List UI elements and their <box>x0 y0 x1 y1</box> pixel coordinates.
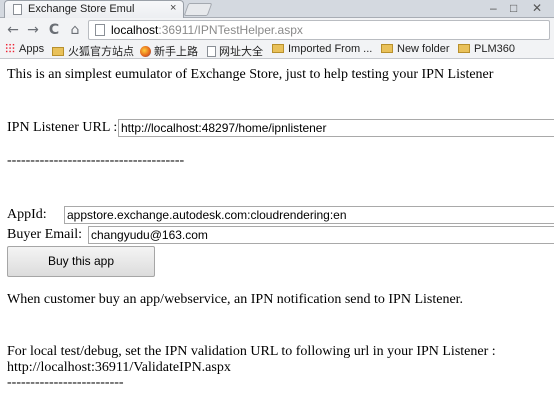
close-icon[interactable]: × <box>170 2 176 14</box>
notice-text: When customer buy an app/webservice, an … <box>7 292 464 307</box>
folder-icon <box>272 44 284 53</box>
appid-input[interactable]: appstore.exchange.autodesk.com:cloudrend… <box>64 206 554 224</box>
page-icon <box>207 46 216 57</box>
intro-text: This is an simplest eumulator of Exchang… <box>7 67 494 82</box>
home-icon[interactable]: ⌂ <box>66 21 84 39</box>
forward-arrow-icon[interactable]: → <box>24 21 42 39</box>
appid-label: AppId: <box>7 207 47 222</box>
ipn-url-label: IPN Listener URL : <box>7 120 118 135</box>
bookmark-item[interactable]: Imported From ... <box>272 43 372 55</box>
maximize-icon[interactable]: □ <box>510 1 517 15</box>
folder-icon <box>381 44 393 53</box>
browser-tab[interactable]: Exchange Store Emul × <box>4 0 184 18</box>
reload-icon[interactable]: C <box>45 21 63 39</box>
browser-toolbar: ← → C ⌂ localhost:36911/IPNTestHelper.as… <box>0 18 554 42</box>
window-close-icon[interactable]: ✕ <box>532 1 542 15</box>
separator: ------------------------- <box>7 375 124 390</box>
separator: -------------------------------------- <box>7 153 185 168</box>
firefox-icon <box>140 46 151 57</box>
back-arrow-icon[interactable]: ← <box>4 21 22 39</box>
folder-icon <box>458 44 470 53</box>
minimize-icon[interactable]: – <box>490 1 497 15</box>
tab-strip: Exchange Store Emul × – □ ✕ <box>0 0 554 18</box>
buyer-email-input[interactable]: changyudu@163.com <box>88 226 554 244</box>
bookmarks-bar: Apps 火狐官方站点 新手上路 网址大全 Imported From ... … <box>0 42 554 59</box>
bookmark-item[interactable]: PLM360 <box>458 43 515 55</box>
buy-app-button[interactable]: Buy this app <box>7 246 155 277</box>
address-bar[interactable]: localhost:36911/IPNTestHelper.aspx <box>88 20 550 40</box>
validate-url-text: http://localhost:36911/ValidateIPN.aspx <box>7 360 231 375</box>
apps-grid-icon <box>5 43 15 53</box>
bookmark-apps[interactable]: Apps <box>5 43 44 55</box>
ipn-url-input[interactable]: http://localhost:48297/home/ipnlistener <box>118 119 554 137</box>
bookmark-item[interactable]: 网址大全 <box>207 43 263 59</box>
bookmark-item[interactable]: New folder <box>381 43 450 55</box>
folder-icon <box>52 47 64 56</box>
new-tab-button[interactable] <box>183 3 213 16</box>
page-icon <box>13 4 22 15</box>
local-test-note: For local test/debug, set the IPN valida… <box>7 344 496 359</box>
buyer-email-label: Buyer Email: <box>7 227 83 242</box>
tab-title: Exchange Store Emul <box>28 3 135 15</box>
address-url: localhost:36911/IPNTestHelper.aspx <box>111 23 303 37</box>
bookmark-item[interactable]: 火狐官方站点 <box>52 43 134 59</box>
bookmark-item[interactable]: 新手上路 <box>140 43 198 59</box>
page-content: This is an simplest eumulator of Exchang… <box>0 60 554 416</box>
page-icon <box>95 24 105 36</box>
